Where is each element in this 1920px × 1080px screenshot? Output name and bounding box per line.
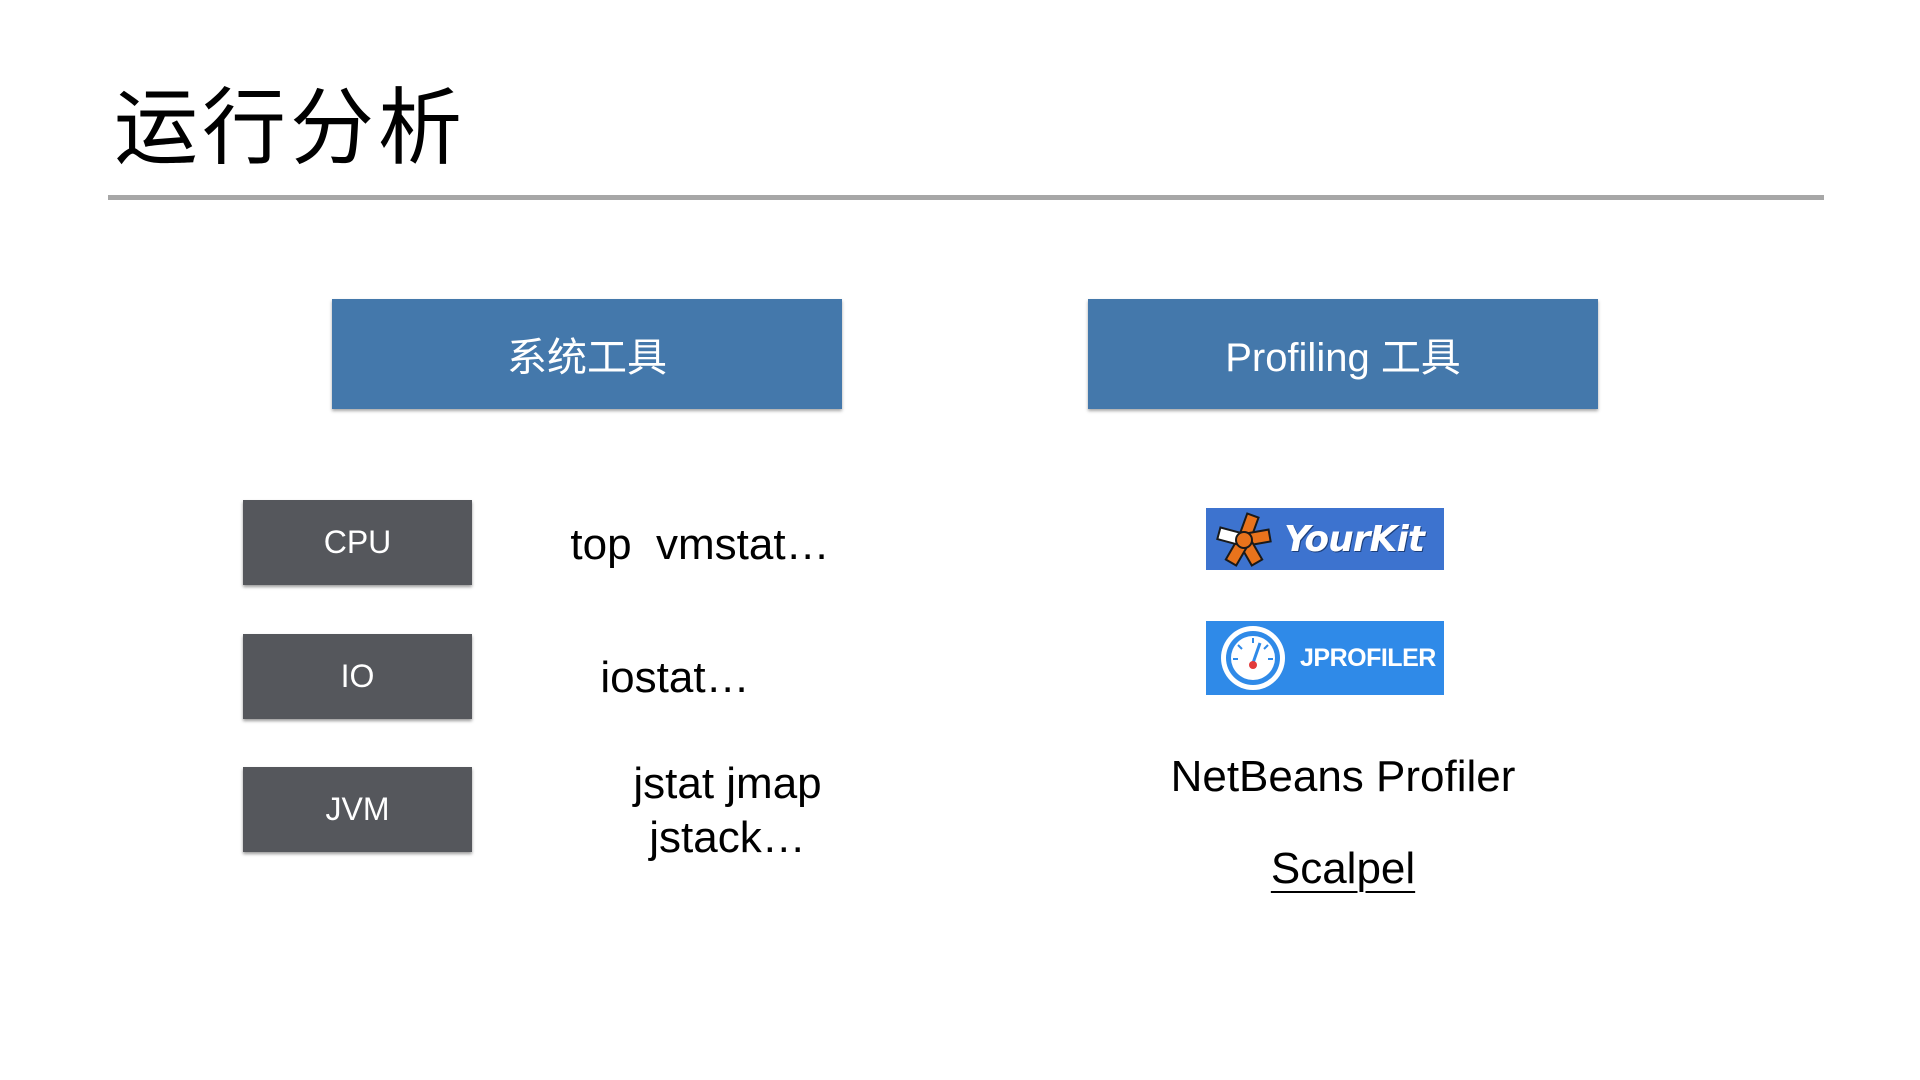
scalpel-link[interactable]: Scalpel — [1271, 844, 1415, 893]
cpu-tools-text: top vmstat… — [570, 520, 830, 569]
jvm-tools-text: jstat jmap jstack… — [633, 759, 822, 862]
category-cpu: CPU — [243, 500, 472, 585]
system-tools-header: 系统工具 — [332, 299, 842, 409]
yourkit-logo-icon — [1216, 512, 1272, 567]
page-title: 运行分析 — [114, 79, 467, 177]
scalpel-link-wrapper: Scalpel — [1088, 842, 1598, 896]
jprofiler-gauge-icon — [1221, 626, 1285, 690]
yourkit-logo: YourKit — [1206, 508, 1444, 570]
jprofiler-logo: JPROFILER — [1206, 621, 1444, 695]
io-tools-text: iostat… — [600, 653, 750, 702]
category-io: IO — [243, 634, 472, 719]
jprofiler-wordmark: JPROFILER — [1300, 643, 1436, 672]
category-jvm: JVM — [243, 767, 472, 852]
yourkit-wordmark: YourKit — [1284, 518, 1425, 560]
profiling-tools-header: Profiling 工具 — [1088, 299, 1598, 409]
netbeans-profiler-text: NetBeans Profiler — [1170, 752, 1516, 801]
title-divider — [108, 195, 1824, 200]
